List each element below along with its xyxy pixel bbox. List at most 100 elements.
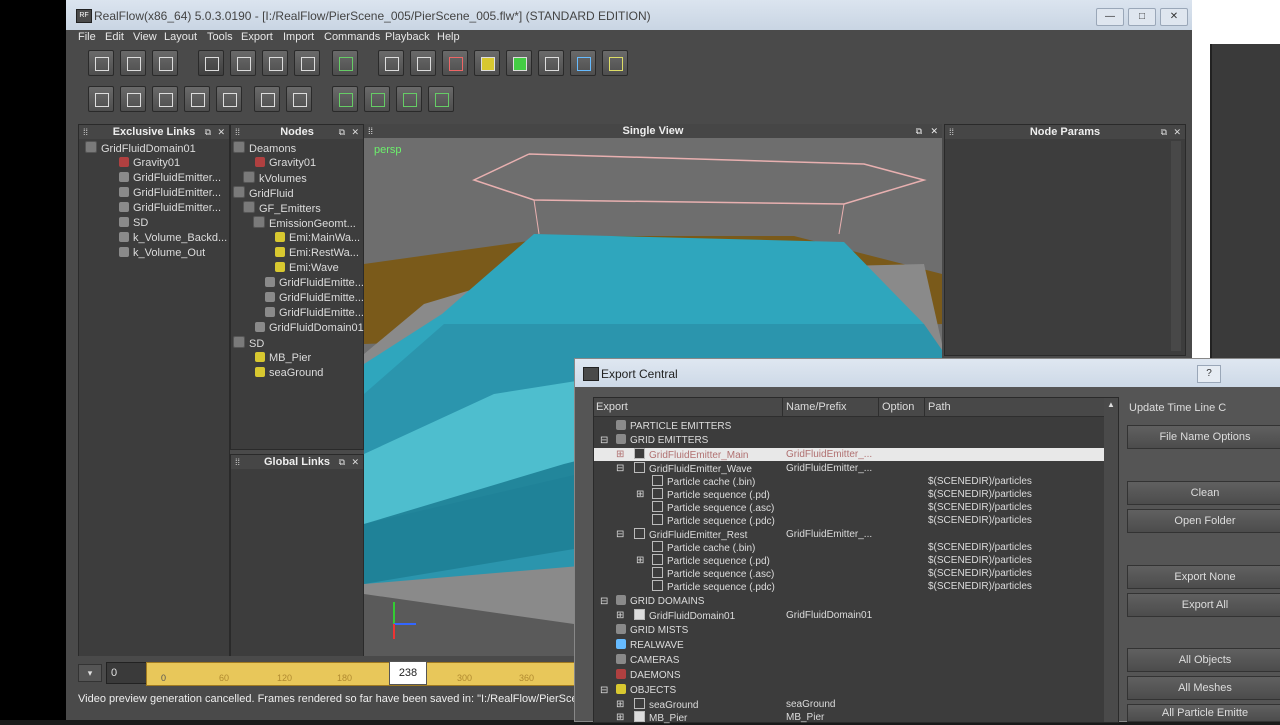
preview-button[interactable] [428, 86, 454, 112]
table-row[interactable]: ⊞ GridFluidEmitter_Main GridFluidEmitter_.… [594, 448, 1104, 461]
list-item[interactable]: GridFluidEmitter... [119, 201, 221, 216]
panel-menu-icon[interactable]: ⁞⁞ [83, 125, 88, 139]
column-header[interactable]: Path [928, 401, 951, 413]
grid-button[interactable] [286, 86, 312, 112]
list-item[interactable]: GridFluidDomain01 [85, 141, 196, 156]
list-item[interactable]: GridFluid [233, 186, 294, 201]
checkbox[interactable] [634, 448, 645, 459]
list-item[interactable]: Deamons [233, 141, 296, 156]
table-row[interactable]: ⊞ seaGround seaGround [594, 698, 1104, 711]
domain-button[interactable] [254, 86, 280, 112]
table-row[interactable]: Particle sequence (.pdc) $(SCENEDIR)/part… [594, 580, 1104, 593]
all-particle-emitters-button[interactable]: All Particle Emitte [1127, 704, 1280, 722]
table-row[interactable]: ⊟ GRID DOMAINS [594, 595, 1104, 608]
list-item[interactable]: Emi:RestWa... [275, 246, 359, 261]
list-item[interactable]: GridFluidEmitter... [119, 171, 221, 186]
scale-tool-button[interactable] [294, 50, 320, 76]
collapse-icon[interactable]: ⊟ [600, 434, 608, 447]
save-scene-button[interactable] [152, 50, 178, 76]
add-daemon-button[interactable] [442, 50, 468, 76]
checkbox[interactable] [652, 554, 663, 565]
file-name-options-button[interactable]: File Name Options [1127, 425, 1280, 449]
checkbox[interactable] [652, 580, 663, 591]
help-button[interactable]: ? [1197, 365, 1221, 383]
list-item[interactable]: kVolumes [243, 171, 307, 186]
panel-menu-icon[interactable]: ⁞⁞ [949, 125, 954, 139]
add-emitter-button[interactable] [410, 50, 436, 76]
menu-playback[interactable]: Playback [385, 31, 430, 43]
panel-close-icon[interactable]: ✕ [217, 125, 225, 139]
panel-float-icon[interactable]: ⧉ [339, 125, 345, 139]
add-object-button[interactable] [378, 50, 404, 76]
table-row[interactable]: ⊞ Particle sequence (.pd) $(SCENEDIR)/part… [594, 554, 1104, 567]
move-tool-button[interactable] [230, 50, 256, 76]
checkbox[interactable] [652, 514, 663, 525]
table-row[interactable]: ⊟ GRID EMITTERS [594, 434, 1104, 447]
list-item[interactable]: GF_Emitters [243, 201, 321, 216]
all-objects-button[interactable]: All Objects [1127, 648, 1280, 672]
list-item[interactable]: Gravity01 [119, 156, 180, 171]
add-camera-button[interactable] [538, 50, 564, 76]
checkbox[interactable] [634, 528, 645, 539]
node-params-scrollbar[interactable] [1171, 141, 1181, 351]
start-frame-field[interactable]: 0 [106, 662, 148, 684]
open-scene-button[interactable] [120, 50, 146, 76]
table-row[interactable]: ⊟ GridFluidEmitter_Wave GridFluidEmitter_.… [594, 462, 1104, 475]
add-mesh-button[interactable] [602, 50, 628, 76]
new-scene-button[interactable] [88, 50, 114, 76]
list-item[interactable]: Emi:Wave [275, 261, 339, 276]
expand-icon[interactable]: ⊞ [636, 488, 644, 501]
menu-commands[interactable]: Commands [324, 31, 380, 43]
column-header[interactable]: Export [596, 401, 628, 413]
checkbox[interactable] [652, 475, 663, 486]
menu-export[interactable]: Export [241, 31, 273, 43]
step-button[interactable] [120, 86, 146, 112]
all-meshes-button[interactable]: All Meshes [1127, 676, 1280, 700]
column-header[interactable]: Option [882, 401, 914, 413]
panel-menu-icon[interactable]: ⁞⁞ [368, 124, 373, 138]
scroll-up-icon[interactable]: ▲ [1106, 400, 1116, 410]
minimize-button[interactable]: — [1096, 8, 1124, 26]
table-row[interactable]: CAMERAS [594, 654, 1104, 667]
graph-button[interactable] [184, 86, 210, 112]
collapse-icon[interactable]: ⊟ [616, 528, 624, 541]
table-row[interactable]: ⊞ Particle sequence (.pd) $(SCENEDIR)/part… [594, 488, 1104, 501]
panel-float-icon[interactable]: ⧉ [339, 455, 345, 469]
update-timeline-checkbox[interactable]: Update Time Line C [1127, 397, 1280, 419]
add-realwave-button[interactable] [570, 50, 596, 76]
checkbox[interactable] [634, 698, 645, 709]
table-row[interactable]: ⊞ GridFluidDomain01 GridFluidDomain01 [594, 609, 1104, 622]
table-row[interactable]: Particle sequence (.asc) $(SCENEDIR)/part… [594, 501, 1104, 514]
expand-icon[interactable]: ⊞ [616, 609, 624, 622]
checkbox[interactable] [652, 488, 663, 499]
list-item[interactable]: SD [233, 336, 264, 351]
column-header[interactable]: Name/Prefix [786, 401, 847, 413]
add-hybrido-button[interactable] [474, 50, 500, 76]
expand-icon[interactable]: ⊞ [616, 711, 624, 724]
mesh-build-button[interactable] [364, 86, 390, 112]
list-item[interactable]: SD [119, 216, 148, 231]
link-tool-button[interactable] [332, 50, 358, 76]
checkbox[interactable] [634, 462, 645, 473]
rotate-tool-button[interactable] [262, 50, 288, 76]
select-tool-button[interactable] [198, 50, 224, 76]
export-all-button[interactable]: Export All [1127, 593, 1280, 617]
list-item[interactable]: MB_Pier [255, 351, 311, 366]
menu-tools[interactable]: Tools [207, 31, 233, 43]
checkbox[interactable] [652, 567, 663, 578]
panel-close-icon[interactable]: ✕ [351, 455, 359, 469]
checkbox-checked[interactable] [634, 711, 645, 722]
maximize-button[interactable]: □ [1128, 8, 1156, 26]
table-row[interactable]: ⊟ GridFluidEmitter_Rest GridFluidEmitter_.… [594, 528, 1104, 541]
add-rigid-button[interactable] [506, 50, 532, 76]
table-row[interactable]: Particle sequence (.pdc) $(SCENEDIR)/part… [594, 514, 1104, 527]
panel-float-icon[interactable]: ⧉ [1161, 125, 1167, 139]
collapse-icon[interactable]: ⊟ [600, 684, 608, 697]
expand-icon[interactable]: ⊞ [616, 698, 624, 711]
table-row[interactable]: DAEMONS [594, 669, 1104, 682]
table-row[interactable]: Particle sequence (.asc) $(SCENEDIR)/part… [594, 567, 1104, 580]
panel-float-icon[interactable]: ⧉ [916, 124, 922, 138]
panel-menu-icon[interactable]: ⁞⁞ [235, 455, 240, 469]
list-item[interactable]: GridFluidDomain01 [255, 321, 364, 336]
panel-close-icon[interactable]: ✕ [930, 124, 938, 138]
